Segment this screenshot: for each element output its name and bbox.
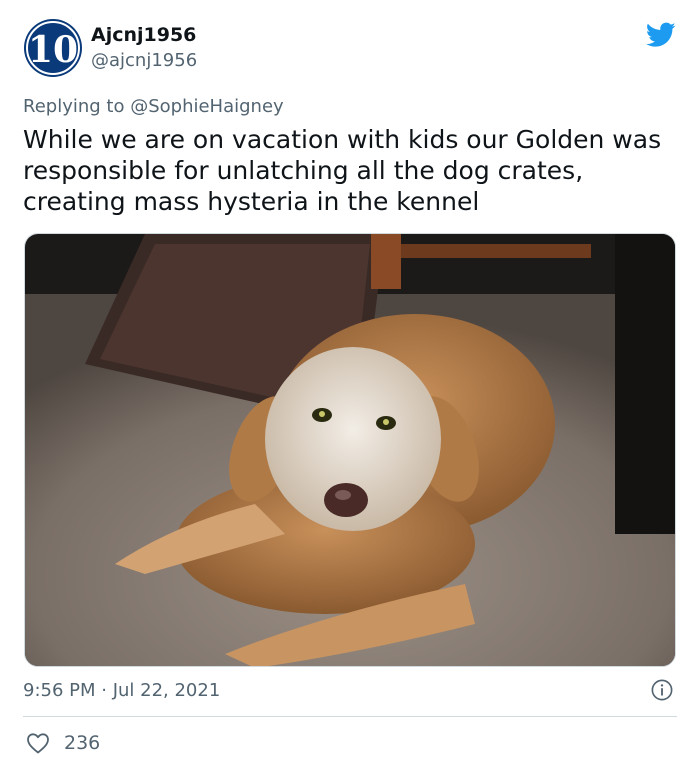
replying-prefix: Replying to <box>23 96 131 117</box>
divider <box>23 716 677 717</box>
replying-to-mention[interactable]: @SophieHaigney <box>130 96 283 117</box>
avatar-text: 10 <box>28 29 78 71</box>
display-name[interactable]: Ajcnj1956 <box>91 24 196 46</box>
replying-to: Replying to @SophieHaigney <box>23 96 284 117</box>
tweet-timestamp[interactable]: 9:56 PM · Jul 22, 2021 <box>23 680 220 701</box>
twitter-bird-icon[interactable] <box>646 22 676 48</box>
info-icon[interactable] <box>651 679 673 701</box>
heart-icon[interactable] <box>26 732 50 754</box>
tweet-card: 10 Ajcnj1956 @ajcnj1956 Replying to @Sop… <box>0 0 700 770</box>
like-button[interactable]: 236 <box>26 732 100 754</box>
tweet-photo[interactable] <box>24 233 676 667</box>
like-count: 236 <box>64 732 101 754</box>
avatar[interactable]: 10 <box>23 18 83 78</box>
user-handle[interactable]: @ajcnj1956 <box>91 50 197 71</box>
tweet-text: While we are on vacation with kids our G… <box>23 125 662 216</box>
